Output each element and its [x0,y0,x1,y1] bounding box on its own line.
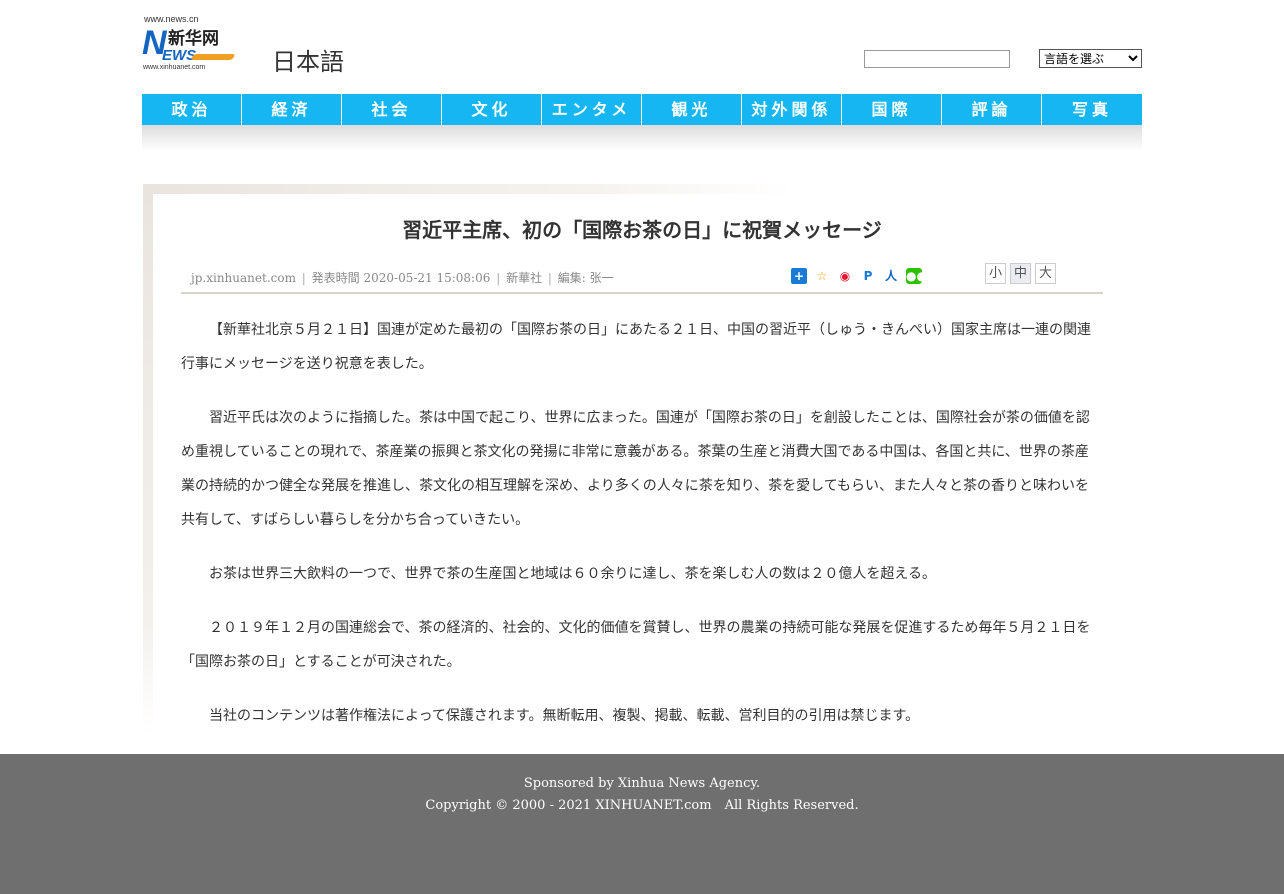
font-size-controls: 小 中 大 [985,263,1056,284]
language-title: 日本語 [272,48,344,76]
article-paragraph: ２０１９年１２月の国連総会で、茶の経済的、社会的、文化的価値を賞賛し、世界の農業… [181,620,1091,670]
nav-item-entertainment[interactable]: エンタメ [542,94,642,125]
weibo-icon[interactable]: ◉ [837,268,853,284]
main-nav: 政治 経済 社会 文化 エンタメ 観光 対外関係 国際 評論 写真 [142,94,1142,125]
article-paragraph: 習近平氏は次のように指摘した。茶は中国で起こり、世界に広まった。国連が「国際お茶… [181,410,1090,528]
nav-shadow [142,125,1142,151]
nav-item-international[interactable]: 国際 [842,94,942,125]
nav-item-foreign-relations[interactable]: 対外関係 [742,94,842,125]
language-select[interactable]: 言語を選ぶ [1039,49,1142,68]
font-size-medium-button[interactable]: 中 [1010,263,1031,284]
article-title: 習近平主席、初の「国際お茶の日」に祝賀メッセージ [402,218,882,242]
nav-item-photos[interactable]: 写真 [1042,94,1142,125]
meta-published: 発表時間 2020-05-21 15:08:06 [311,271,491,285]
p-share-icon[interactable]: P [860,268,876,284]
plus-share-icon[interactable]: + [791,268,807,284]
favorite-icon[interactable]: ☆ [814,268,830,284]
footer-copyright: Copyright © 2000 - 2021 XINHUANET.com Al… [425,798,859,813]
article-paragraph: お茶は世界三大飲料の一つで、世界で茶の生産国と地域は６０余りに達し、茶を楽しむ人… [209,566,937,582]
nav-item-economy[interactable]: 経済 [242,94,342,125]
copyright-notice: 当社のコンテンツは著作権法によって保護されます。無断転用、複製、掲載、転載、営利… [209,708,920,724]
nav-item-society[interactable]: 社会 [342,94,442,125]
nav-item-commentary[interactable]: 評論 [942,94,1042,125]
search-input[interactable] [864,50,1010,68]
font-size-small-button[interactable]: 小 [985,263,1006,284]
renren-icon[interactable]: 人 [883,268,899,284]
font-size-large-button[interactable]: 大 [1035,263,1056,284]
nav-item-culture[interactable]: 文化 [442,94,542,125]
meta-source-site[interactable]: jp.xinhuanet.com [191,271,296,285]
article-meta: jp.xinhuanet.com | 発表時間 2020-05-21 15:08… [191,269,614,286]
meta-separator: | [547,271,552,285]
logo-url-top: www.news.cn [144,14,199,24]
article-frame-top [143,184,793,194]
xinhua-logo[interactable]: www.news.cn N EWS 新华网 www.xinhuanet.com [142,14,236,74]
logo-ews: EWS [162,47,197,64]
footer-sponsor: Sponsored by Xinhua News Agency. [523,776,761,791]
article-paragraph: 【新華社北京５月２１日】国連が定めた最初の「国際お茶の日」にあたる２１日、中国の… [181,322,1091,372]
nav-item-tourism[interactable]: 観光 [642,94,742,125]
article-frame-left [143,184,153,734]
logo-chinese-name: 新华网 [168,29,219,48]
share-bar: + ☆ ◉ P 人 ●● [791,268,927,284]
meta-separator: | [496,271,501,285]
logo-url-bottom: www.xinhuanet.com [143,64,206,71]
meta-separator: | [301,271,306,285]
meta-agency: 新華社 [506,271,543,285]
meta-divider [181,292,1103,294]
footer: Sponsored by Xinhua News Agency. Copyrig… [0,754,1284,894]
article-body: 【新華社北京５月２１日】国連が定めた最初の「国際お茶の日」にあたる２１日、中国の… [181,313,1093,753]
meta-editor: 編集: 张一 [557,271,614,285]
nav-item-politics[interactable]: 政治 [142,94,242,125]
logo-swoosh-icon [190,54,236,60]
logo-mark: N EWS 新华网 [142,24,219,64]
wechat-icon[interactable]: ●● [906,268,927,284]
